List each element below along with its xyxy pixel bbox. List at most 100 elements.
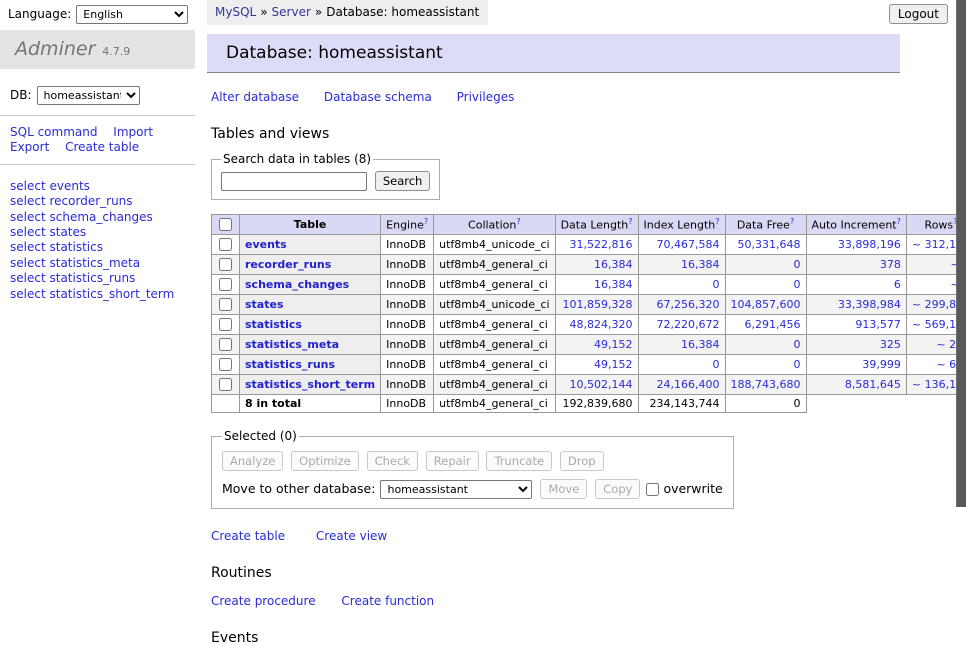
data-free-link[interactable]: 6,291,456 xyxy=(745,318,801,331)
scrollbar-thumb[interactable] xyxy=(956,0,966,507)
select-link[interactable]: select xyxy=(10,210,46,224)
help-link[interactable]: ? xyxy=(897,217,901,226)
create-table-link[interactable]: Create table xyxy=(211,529,285,543)
index-length-link[interactable]: 24,166,400 xyxy=(657,378,720,391)
repair-button[interactable]: Repair xyxy=(426,451,479,471)
sidebar-link-import[interactable]: Import xyxy=(113,125,153,139)
move-button[interactable]: Move xyxy=(540,479,587,499)
auto-increment-link[interactable]: 913,577 xyxy=(855,318,901,331)
analyze-button[interactable]: Analyze xyxy=(222,451,283,471)
scrollbar-track[interactable] xyxy=(956,0,966,543)
row-checkbox[interactable] xyxy=(219,238,232,251)
auto-increment-link[interactable]: 33,898,196 xyxy=(838,238,901,251)
data-length-link[interactable]: 16,384 xyxy=(594,258,633,271)
row-checkbox[interactable] xyxy=(219,278,232,291)
table-link[interactable]: events xyxy=(245,238,287,251)
db-select[interactable]: homeassistant xyxy=(37,86,140,105)
data-length-link[interactable]: 16,384 xyxy=(594,278,633,291)
row-checkbox[interactable] xyxy=(219,258,232,271)
data-length-link[interactable]: 31,522,816 xyxy=(570,238,633,251)
create-procedure-link[interactable]: Create procedure xyxy=(211,594,316,608)
data-length-link[interactable]: 49,152 xyxy=(594,338,633,351)
truncate-button[interactable]: Truncate xyxy=(486,451,552,471)
overwrite-checkbox[interactable] xyxy=(646,483,659,496)
sidebar-table-events[interactable]: events xyxy=(49,179,89,193)
alter-database-link[interactable]: Alter database xyxy=(211,90,299,104)
language-select[interactable]: English xyxy=(76,5,188,24)
help-link[interactable]: ? xyxy=(516,217,520,226)
data-length-link[interactable]: 10,502,144 xyxy=(570,378,633,391)
row-checkbox[interactable] xyxy=(219,338,232,351)
sidebar-table-schema-changes[interactable]: schema_changes xyxy=(49,210,152,224)
auto-increment-link[interactable]: 378 xyxy=(880,258,901,271)
index-length-link[interactable]: 67,256,320 xyxy=(657,298,720,311)
create-view-link[interactable]: Create view xyxy=(316,529,387,543)
data-free-link[interactable]: 104,857,600 xyxy=(731,298,801,311)
sidebar-table-statistics-meta[interactable]: statistics_meta xyxy=(49,256,140,270)
select-all-checkbox[interactable] xyxy=(219,218,232,231)
copy-button[interactable]: Copy xyxy=(595,479,640,499)
select-link[interactable]: select xyxy=(10,271,46,285)
table-link[interactable]: states xyxy=(245,298,284,311)
table-link[interactable]: recorder_runs xyxy=(245,258,331,271)
search-button[interactable]: Search xyxy=(375,171,431,191)
select-link[interactable]: select xyxy=(10,240,46,254)
breadcrumb-mysql[interactable]: MySQL xyxy=(215,5,256,19)
select-link[interactable]: select xyxy=(10,225,46,239)
sidebar-table-statistics[interactable]: statistics xyxy=(49,240,103,254)
optimize-button[interactable]: Optimize xyxy=(291,451,359,471)
sidebar-link-create-table[interactable]: Create table xyxy=(65,140,139,154)
sidebar-table-statistics-short-term[interactable]: statistics_short_term xyxy=(49,287,174,301)
select-link[interactable]: select xyxy=(10,179,46,193)
create-function-link[interactable]: Create function xyxy=(341,594,434,608)
help-link[interactable]: ? xyxy=(715,217,719,226)
help-link[interactable]: ? xyxy=(628,217,632,226)
auto-increment-link[interactable]: 325 xyxy=(880,338,901,351)
index-length-link[interactable]: 0 xyxy=(713,358,720,371)
search-input[interactable] xyxy=(221,172,367,191)
auto-increment-link[interactable]: 6 xyxy=(894,278,901,291)
sidebar-table-statistics-runs[interactable]: statistics_runs xyxy=(49,271,135,285)
table-link[interactable]: statistics_meta xyxy=(245,338,339,351)
sidebar-table-states[interactable]: states xyxy=(49,225,86,239)
help-link[interactable]: ? xyxy=(424,217,428,226)
row-checkbox[interactable] xyxy=(219,298,232,311)
help-link[interactable]: ? xyxy=(790,217,794,226)
database-schema-link[interactable]: Database schema xyxy=(324,90,432,104)
data-free-link[interactable]: 0 xyxy=(794,278,801,291)
privileges-link[interactable]: Privileges xyxy=(457,90,515,104)
sidebar-link-export[interactable]: Export xyxy=(10,140,49,154)
data-free-link[interactable]: 50,331,648 xyxy=(738,238,801,251)
row-checkbox[interactable] xyxy=(219,378,232,391)
index-length-link[interactable]: 16,384 xyxy=(681,258,720,271)
index-length-link[interactable]: 70,467,584 xyxy=(657,238,720,251)
auto-increment-link[interactable]: 33,398,984 xyxy=(838,298,901,311)
table-link[interactable]: statistics_runs xyxy=(245,358,335,371)
app-version[interactable]: 4.7.9 xyxy=(102,45,130,58)
table-link[interactable]: schema_changes xyxy=(245,278,349,291)
select-link[interactable]: select xyxy=(10,194,46,208)
data-free-link[interactable]: 0 xyxy=(794,338,801,351)
row-checkbox[interactable] xyxy=(219,358,232,371)
index-length-link[interactable]: 72,220,672 xyxy=(657,318,720,331)
data-free-link[interactable]: 0 xyxy=(794,358,801,371)
table-link[interactable]: statistics_short_term xyxy=(245,378,375,391)
auto-increment-link[interactable]: 39,999 xyxy=(862,358,901,371)
index-length-link[interactable]: 16,384 xyxy=(681,338,720,351)
table-link[interactable]: statistics xyxy=(245,318,302,331)
select-link[interactable]: select xyxy=(10,287,46,301)
select-link[interactable]: select xyxy=(10,256,46,270)
data-length-link[interactable]: 49,152 xyxy=(594,358,633,371)
auto-increment-link[interactable]: 8,581,645 xyxy=(845,378,901,391)
data-length-link[interactable]: 101,859,328 xyxy=(563,298,633,311)
drop-button[interactable]: Drop xyxy=(560,451,604,471)
sidebar-table-recorder-runs[interactable]: recorder_runs xyxy=(49,194,132,208)
data-free-link[interactable]: 188,743,680 xyxy=(731,378,801,391)
sidebar-link-sql-command[interactable]: SQL command xyxy=(10,125,97,139)
move-database-select[interactable]: homeassistant xyxy=(380,480,532,499)
data-free-link[interactable]: 0 xyxy=(794,258,801,271)
breadcrumb-server[interactable]: Server xyxy=(272,5,311,19)
check-button[interactable]: Check xyxy=(367,451,418,471)
index-length-link[interactable]: 0 xyxy=(713,278,720,291)
row-checkbox[interactable] xyxy=(219,318,232,331)
